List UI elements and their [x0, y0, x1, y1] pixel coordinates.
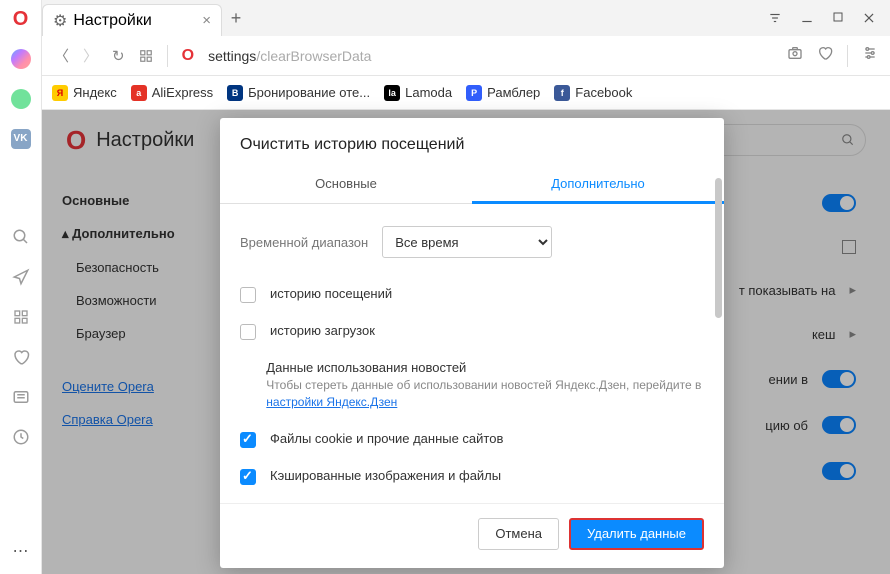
address-bar: 〈 〉 ↻ O settings/clearBrowserData	[42, 36, 890, 76]
close-window-icon[interactable]	[862, 11, 876, 25]
easy-setup-icon[interactable]	[862, 45, 878, 67]
bookmark-rambler[interactable]: РРамблер	[466, 85, 540, 101]
facebook-icon: f	[554, 85, 570, 101]
rambler-icon: Р	[466, 85, 482, 101]
maximize-icon[interactable]	[832, 11, 844, 25]
yandex-zen-link[interactable]: настройки Яндекс.Дзен	[266, 395, 397, 409]
more-icon[interactable]: ⋯	[10, 540, 32, 562]
checkbox-downloads[interactable]	[240, 324, 256, 340]
bookmarks-bar: ЯЯндекс aAliExpress BБронирование оте...…	[42, 76, 890, 110]
history-icon[interactable]	[10, 426, 32, 448]
checkbox-cache[interactable]	[240, 469, 256, 485]
label-history: историю посещений	[270, 286, 392, 301]
dialog-footer: Отмена Удалить данные	[220, 503, 724, 568]
search-icon[interactable]	[10, 226, 32, 248]
forward-icon[interactable]: 〉	[83, 45, 98, 66]
vk-icon[interactable]: VK	[10, 128, 32, 150]
gear-icon: ⚙	[53, 11, 67, 31]
url-text[interactable]: settings/clearBrowserData	[208, 48, 371, 64]
booking-icon: B	[227, 85, 243, 101]
whatsapp-icon[interactable]	[10, 88, 32, 110]
apps-icon[interactable]	[10, 306, 32, 328]
label-cookies: Файлы cookie и прочие данные сайтов	[270, 431, 503, 446]
window-menu-icon[interactable]	[768, 11, 782, 25]
minimize-icon[interactable]	[800, 11, 814, 25]
dialog-tabs: Основные Дополнительно	[220, 166, 724, 204]
heart-icon[interactable]	[10, 346, 32, 368]
opera-url-icon: O	[182, 47, 194, 65]
browser-left-rail: O VK ⋯	[0, 0, 42, 574]
clear-data-button[interactable]: Удалить данные	[569, 518, 704, 550]
news-icon[interactable]	[10, 386, 32, 408]
snapshot-icon[interactable]	[787, 45, 803, 67]
tab-bar: ⚙ Настройки × +	[42, 0, 890, 36]
clear-data-dialog: Очистить историю посещений Основные Допо…	[220, 118, 724, 568]
new-tab-button[interactable]: +	[222, 4, 250, 32]
label-downloads: историю загрузок	[270, 323, 375, 338]
scrollbar-thumb[interactable]	[715, 178, 722, 318]
reload-icon[interactable]: ↻	[112, 47, 125, 65]
dialog-body: Временной диапазон Все время историю пос…	[220, 204, 724, 503]
browser-tab[interactable]: ⚙ Настройки ×	[42, 4, 222, 36]
tab-basic[interactable]: Основные	[220, 166, 472, 203]
checkbox-cookies[interactable]	[240, 432, 256, 448]
yandex-icon: Я	[52, 85, 68, 101]
bookmark-facebook[interactable]: fFacebook	[554, 85, 632, 101]
dialog-title: Очистить историю посещений	[220, 118, 724, 166]
bookmark-yandex[interactable]: ЯЯндекс	[52, 85, 117, 101]
tab-close-icon[interactable]: ×	[202, 12, 211, 29]
time-range-label: Временной диапазон	[240, 235, 368, 250]
label-news: Данные использования новостей	[266, 360, 704, 375]
opera-logo-icon[interactable]: O	[10, 8, 32, 30]
back-icon[interactable]: 〈	[54, 45, 69, 66]
aliexpress-icon: a	[131, 85, 147, 101]
bookmark-booking[interactable]: BБронирование оте...	[227, 85, 370, 101]
tab-title: Настройки	[73, 12, 151, 30]
cancel-button[interactable]: Отмена	[478, 518, 559, 550]
tab-advanced[interactable]: Дополнительно	[472, 166, 724, 204]
window-controls	[768, 11, 890, 25]
checkbox-history[interactable]	[240, 287, 256, 303]
messenger-icon[interactable]	[10, 48, 32, 70]
label-news-sub: Чтобы стереть данные об использовании но…	[266, 377, 704, 411]
bookmark-lamoda[interactable]: laLamoda	[384, 85, 452, 101]
time-range-select[interactable]: Все время	[382, 226, 552, 258]
send-icon[interactable]	[10, 266, 32, 288]
speed-dial-icon[interactable]	[139, 49, 153, 63]
label-cache: Кэшированные изображения и файлы	[270, 468, 501, 483]
bookmark-heart-icon[interactable]	[817, 45, 833, 67]
bookmark-aliexpress[interactable]: aAliExpress	[131, 85, 213, 101]
lamoda-icon: la	[384, 85, 400, 101]
